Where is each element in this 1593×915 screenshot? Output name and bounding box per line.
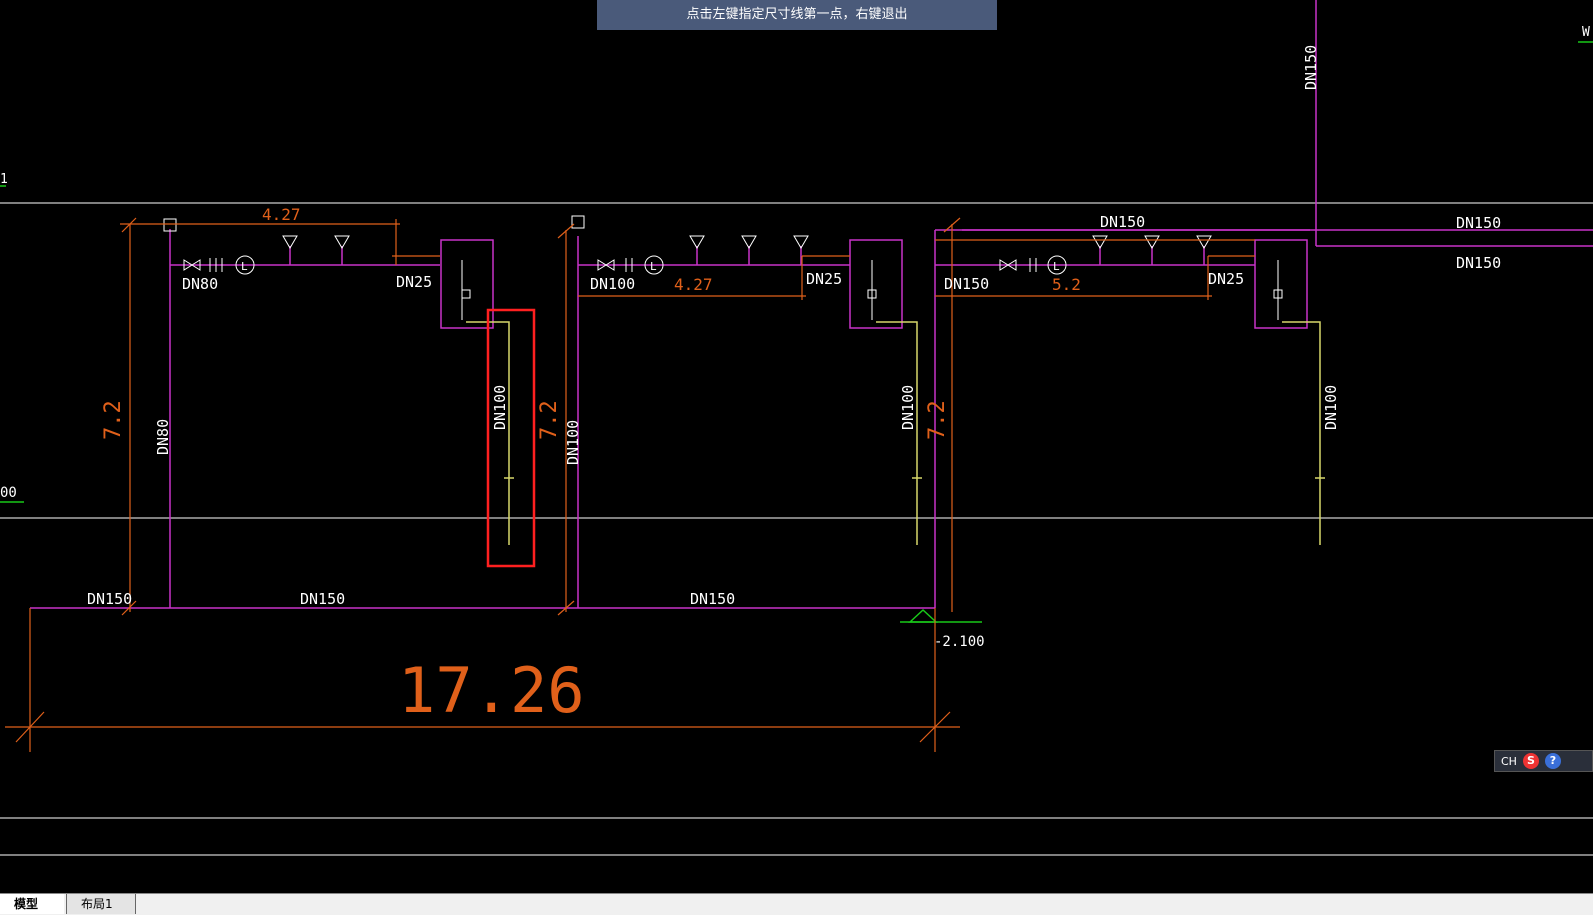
pipe-label-dn150-f: DN150 xyxy=(1456,214,1501,232)
overall-dimension: 17.26 xyxy=(5,608,960,752)
pipe-group-2: L 4.27 7.2 DN100 DN25 DN100 DN100 DN150 xyxy=(537,215,922,616)
svg-text:L: L xyxy=(1053,260,1060,273)
pipe-label-dn25: DN25 xyxy=(396,273,432,291)
pipe-label-dn80-vertical: DN80 xyxy=(154,419,172,455)
pipe-group-3: L 5.2 7.2 DN150 DN150 DN25 DN100 DN150 D… xyxy=(925,213,1501,612)
dim-total-length: 17.26 xyxy=(398,654,585,727)
ime-language-indicator[interactable]: CH xyxy=(1501,755,1517,768)
command-prompt-text: 点击左键指定尺寸线第一点，右键退出 xyxy=(686,7,908,22)
riser-label-dn150: DN150 xyxy=(1302,45,1320,90)
pipe-label-dn150-b: DN150 xyxy=(300,590,345,608)
pipe-label-dn100-branch3: DN100 xyxy=(1322,385,1340,430)
sogou-icon[interactable]: S xyxy=(1522,753,1539,769)
edge-marker-top-right: W xyxy=(1578,25,1593,43)
svg-text:00: 00 xyxy=(0,485,17,501)
tab-model[interactable]: 模型 xyxy=(0,894,64,914)
pipe-label-dn100-branch1: DN100 xyxy=(491,385,509,430)
pipe-label-dn25-3: DN25 xyxy=(1208,270,1244,288)
elevation-marker: -2.100 xyxy=(900,608,985,660)
elevation-label: -2.100 xyxy=(934,634,985,650)
pipe-group-1: L 4.27 7.2 DN80 DN25 DN80 DN100 DN150 DN… xyxy=(30,205,935,616)
main-riser xyxy=(962,0,1593,247)
pipe-label-dn100-branch2: DN100 xyxy=(899,385,917,430)
pipe-label-dn150-c: DN150 xyxy=(690,590,735,608)
ime-toolbar[interactable]: CH S ? xyxy=(1494,750,1593,772)
command-prompt-banner: 点击左键指定尺寸线第一点，右键退出 xyxy=(597,0,997,30)
pipe-label-dn100-vertical: DN100 xyxy=(564,420,582,465)
pipe-label-dn150-a: DN150 xyxy=(87,590,132,608)
svg-text:L: L xyxy=(241,260,248,273)
dim-group3-horizontal: 5.2 xyxy=(1052,275,1081,294)
dim-group1-horizontal: 4.27 xyxy=(262,205,301,224)
svg-text:W: W xyxy=(1582,25,1590,40)
layout-tab-bar: 模型 布局1 xyxy=(0,893,1593,915)
pipe-label-dn80: DN80 xyxy=(182,275,218,293)
pipe-label-dn150-g: DN150 xyxy=(1456,254,1501,272)
frame-lines xyxy=(0,202,1593,856)
tab-layout1[interactable]: 布局1 xyxy=(66,894,136,914)
selection-highlight xyxy=(486,308,536,568)
svg-text:L: L xyxy=(650,260,657,273)
pipe-label-dn150-d: DN150 xyxy=(944,275,989,293)
pipe-label-dn100: DN100 xyxy=(590,275,635,293)
svg-text:1: 1 xyxy=(0,172,8,187)
edge-marker-left-1: 1 xyxy=(0,172,8,187)
dim-group3-vertical: 7.2 xyxy=(925,400,950,440)
dim-group1-vertical: 7.2 xyxy=(101,400,126,440)
help-icon[interactable]: ? xyxy=(1544,753,1561,769)
edge-marker-left-00: 00 xyxy=(0,485,24,503)
dim-group2-vertical: 7.2 xyxy=(537,400,562,440)
pipe-label-dn25-2: DN25 xyxy=(806,270,842,288)
pipe-label-dn150-e: DN150 xyxy=(1100,213,1145,231)
cad-drawing-canvas[interactable]: DN150 W 1 00 L 4.27 7.2 DN80 DN25 DN80 D… xyxy=(0,0,1593,914)
dim-group2-horizontal: 4.27 xyxy=(674,275,713,294)
